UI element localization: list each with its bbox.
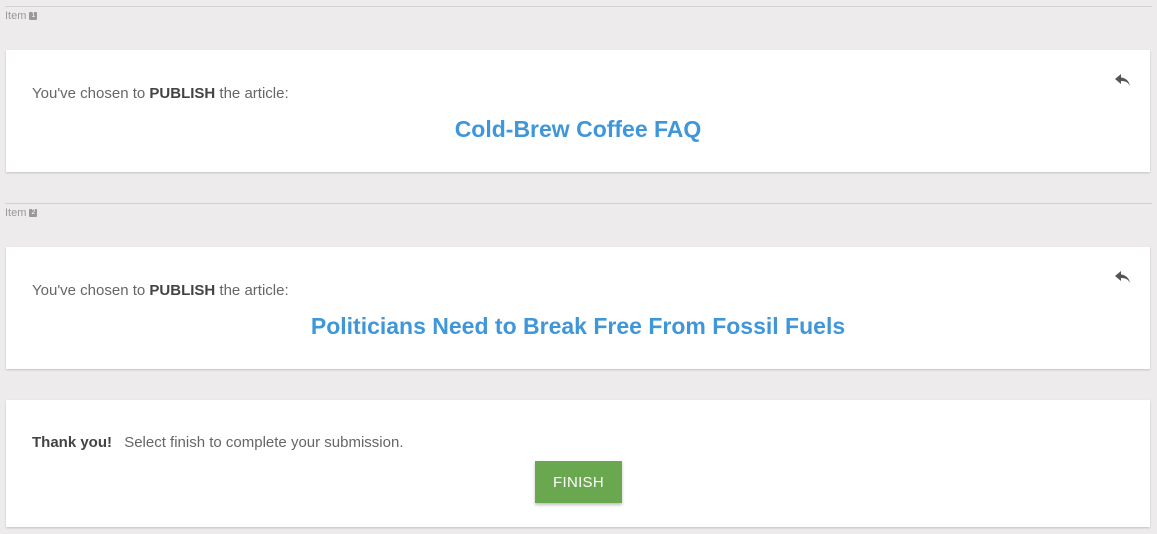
divider: [5, 6, 1152, 7]
undo-arrow-icon[interactable]: [1114, 72, 1132, 88]
choice-prefix: You've chosen to: [32, 85, 146, 102]
choice-text: You've chosen to PUBLISH the article:: [32, 85, 289, 102]
item-label-text: Item: [5, 207, 27, 219]
choice-prefix: You've chosen to: [32, 282, 146, 299]
divider: [5, 203, 1152, 204]
choice-action: PUBLISH: [149, 282, 216, 299]
article-title[interactable]: Cold-Brew Coffee FAQ: [6, 116, 1150, 143]
finish-message: Thank you! Select finish to complete you…: [32, 434, 403, 451]
item-number-badge: 2: [29, 209, 38, 217]
item-label-text: Item: [5, 10, 27, 22]
item-label-2: Item 2: [5, 207, 38, 219]
undo-arrow-icon[interactable]: [1114, 269, 1132, 285]
choice-action: PUBLISH: [149, 85, 216, 102]
finish-instructions: Select finish to complete your submissio…: [124, 434, 404, 451]
article-card-2: You've chosen to PUBLISH the article: Po…: [6, 247, 1150, 369]
article-card-1: You've chosen to PUBLISH the article: Co…: [6, 50, 1150, 172]
choice-text: You've chosen to PUBLISH the article:: [32, 282, 289, 299]
finish-button[interactable]: FINISH: [535, 461, 622, 503]
thank-you-text: Thank you!: [32, 434, 113, 451]
item-label-1: Item 1: [5, 10, 38, 22]
article-title[interactable]: Politicians Need to Break Free From Foss…: [6, 313, 1150, 340]
choice-suffix: the article:: [219, 85, 289, 102]
finish-card: Thank you! Select finish to complete you…: [6, 400, 1150, 527]
choice-suffix: the article:: [219, 282, 289, 299]
item-number-badge: 1: [29, 12, 38, 20]
